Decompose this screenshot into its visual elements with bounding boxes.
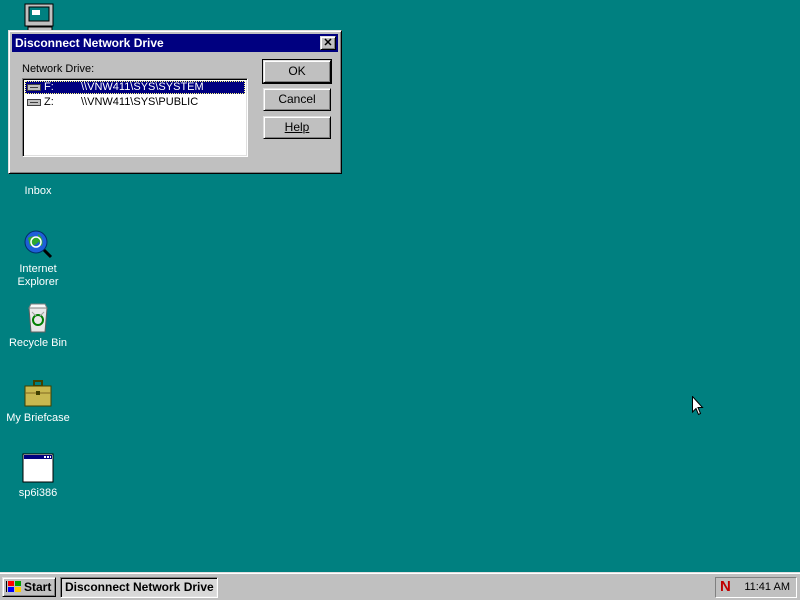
drive-row-f[interactable]: F: \\VNW411\SYS\SYSTEM bbox=[25, 81, 245, 94]
briefcase-icon bbox=[22, 377, 54, 409]
help-button[interactable]: Help bbox=[263, 116, 331, 139]
network-drive-label: Network Drive: bbox=[22, 63, 95, 75]
internet-explorer-icon bbox=[22, 228, 54, 260]
dialog-title: Disconnect Network Drive bbox=[15, 36, 164, 50]
close-button[interactable]: ✕ bbox=[320, 36, 336, 50]
taskbar-button-disconnect-network-drive[interactable]: Disconnect Network Drive bbox=[60, 577, 218, 598]
start-label: Start bbox=[24, 580, 52, 594]
close-icon: ✕ bbox=[323, 37, 333, 49]
network-drive-icon bbox=[27, 84, 41, 91]
windows-logo-icon bbox=[6, 580, 22, 594]
desktop-icon-label: Recycle Bin bbox=[8, 337, 68, 349]
drive-path: \\VNW411\SYS\PUBLIC bbox=[81, 96, 199, 108]
network-drive-listbox[interactable]: F: \\VNW411\SYS\SYSTEM Z: \\VNW411\SYS\P… bbox=[22, 78, 248, 157]
desktop-icon-sp6i386[interactable]: sp6i386 bbox=[0, 452, 76, 500]
clock[interactable]: 11:41 AM bbox=[744, 581, 790, 593]
cancel-button[interactable]: Cancel bbox=[263, 88, 331, 111]
drive-letter: Z: bbox=[44, 96, 54, 108]
desktop-icon-internet-explorer[interactable]: Internet Explorer bbox=[0, 228, 76, 289]
system-tray: N 11:41 AM bbox=[715, 577, 797, 598]
desktop-icon-label: Inbox bbox=[24, 185, 52, 197]
drive-path: \\VNW411\SYS\SYSTEM bbox=[81, 81, 204, 93]
netware-tray-icon[interactable]: N bbox=[720, 579, 736, 595]
disconnect-network-drive-dialog: Disconnect Network Drive ✕ Network Drive… bbox=[8, 30, 342, 174]
network-drive-icon bbox=[27, 99, 41, 106]
label-line-1: Internet bbox=[19, 263, 57, 275]
drive-letter: F: bbox=[44, 81, 54, 93]
dialog-titlebar[interactable]: Disconnect Network Drive ✕ bbox=[12, 34, 338, 52]
recycle-bin-icon bbox=[22, 302, 54, 334]
desktop-icon-recycle-bin[interactable]: Recycle Bin bbox=[0, 302, 76, 350]
drive-row-z[interactable]: Z: \\VNW411\SYS\PUBLIC bbox=[25, 96, 245, 109]
desktop-icon-my-briefcase[interactable]: My Briefcase bbox=[0, 377, 76, 425]
taskbar: Start Disconnect Network Drive N 11:41 A… bbox=[0, 572, 800, 600]
start-button[interactable]: Start bbox=[2, 577, 56, 597]
desktop-icon-label: sp6i386 bbox=[18, 487, 58, 499]
program-window-icon bbox=[22, 452, 54, 484]
label-line-2: Explorer bbox=[17, 276, 59, 288]
ok-button[interactable]: OK bbox=[262, 59, 332, 84]
mouse-cursor-icon bbox=[692, 395, 704, 419]
desktop-icon-label: Internet Explorer bbox=[0, 263, 76, 289]
desktop-icon-label: My Briefcase bbox=[6, 412, 70, 424]
